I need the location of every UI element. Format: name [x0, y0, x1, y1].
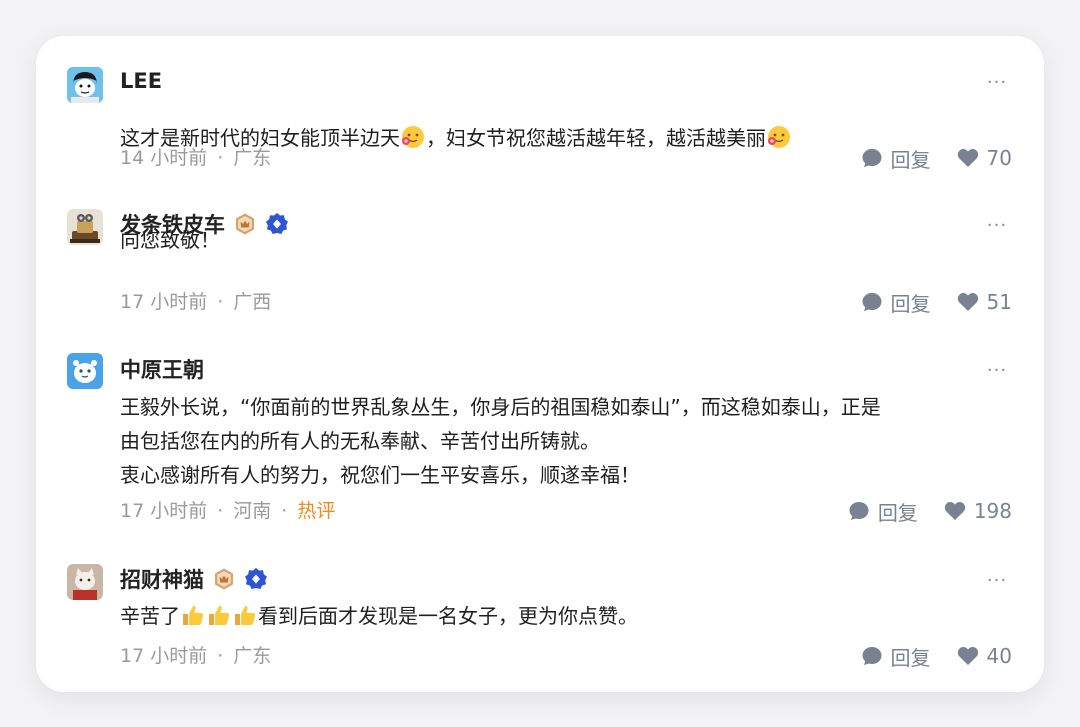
like-count: 198	[973, 499, 1012, 523]
comment-item: 中原王朝 ··· 王毅外长说，“你面前的世界乱象丛生，你身后的祖国稳如泰山”，而…	[36, 321, 1044, 531]
more-options-button[interactable]: ···	[986, 362, 1008, 380]
cat-avatar-icon	[67, 564, 103, 600]
comment-time: 14 小时前	[120, 147, 208, 169]
robot-avatar-icon	[67, 209, 103, 245]
comment-text: 辛苦了 看到后面才发现是一名女子，更为你点赞。	[120, 599, 1020, 633]
blue-mascot-avatar-icon	[67, 353, 103, 389]
username-text: LEE	[120, 69, 163, 93]
comment-actions: 回复 40	[861, 642, 1012, 670]
thumbs-up-emoji-icon	[232, 602, 258, 628]
like-count: 70	[986, 146, 1012, 170]
comment-text: 王毅外长说，“你面前的世界乱象丛生，你身后的祖国稳如泰山”，而这稳如泰山，正是 …	[120, 390, 1020, 492]
comment-line: 衷心感谢所有人的努力，祝您们一生平安喜乐，顺遂幸福！	[120, 463, 640, 487]
comment-line: 向您致敬！	[120, 228, 220, 252]
reply-label: 回复	[877, 500, 918, 525]
comment-bubble-icon	[849, 502, 869, 520]
comment-meta: 17 小时前 · 广西	[120, 288, 271, 316]
comment-line: 王毅外长说，“你面前的世界乱象丛生，你身后的祖国稳如泰山”，而这稳如泰山，正是	[120, 395, 881, 419]
comment-item: 招财神猫 ··· 辛苦了 看到后面才发现是一名女子，更为你点赞。 17 小时前 · 广…	[36, 531, 1044, 692]
more-options-button[interactable]: ···	[986, 572, 1008, 590]
cartoon-face-avatar-icon	[67, 67, 103, 103]
like-button[interactable]: 70	[957, 146, 1012, 170]
comment-text-segment: 辛苦了	[120, 604, 180, 628]
comment-list-card: LEE ··· 这才是新时代的妇女能顶半边天 ，妇女节祝您越活越年轻，越活越美丽 …	[36, 36, 1044, 692]
comment-meta: 17 小时前 · 广东	[120, 642, 271, 670]
hot-comment-badge: 热评	[297, 500, 336, 522]
meta-separator: ·	[217, 645, 224, 667]
user-avatar[interactable]	[67, 209, 103, 245]
username[interactable]: 中原王朝	[120, 354, 204, 384]
comment-location: 广东	[233, 645, 272, 667]
comment-actions: 回复 198	[848, 497, 1012, 525]
meta-separator: ·	[217, 147, 224, 169]
reply-label: 回复	[890, 147, 931, 172]
flower-smile-emoji-icon	[400, 124, 426, 150]
comment-location: 广西	[233, 291, 272, 313]
like-count: 51	[986, 290, 1012, 314]
reply-button[interactable]: 回复	[861, 144, 931, 173]
comment-actions: 回复 70	[861, 144, 1012, 172]
user-avatar[interactable]	[67, 67, 103, 103]
like-button[interactable]: 40	[957, 644, 1012, 668]
reply-button[interactable]: 回复	[861, 642, 931, 671]
comment-item: LEE ··· 这才是新时代的妇女能顶半边天 ，妇女节祝您越活越年轻，越活越美丽 …	[36, 36, 1044, 176]
like-button[interactable]: 51	[957, 290, 1012, 314]
thumbs-up-emoji-icon	[206, 602, 232, 628]
meta-separator: ·	[217, 500, 224, 522]
heart-icon	[957, 293, 978, 311]
heart-icon	[944, 502, 965, 520]
thumbs-up-emoji-icon	[180, 602, 206, 628]
comment-line: 由包括您在内的所有人的无私奉献、辛苦付出所铸就。	[120, 429, 600, 453]
username[interactable]: 招财神猫	[120, 564, 268, 594]
reply-label: 回复	[890, 291, 931, 316]
reply-label: 回复	[890, 645, 931, 670]
verified-badge-icon	[244, 567, 268, 591]
crown-badge-icon	[212, 567, 236, 591]
comment-bubble-icon	[862, 149, 882, 167]
like-button[interactable]: 198	[944, 499, 1012, 523]
comment-bubble-icon	[862, 647, 882, 665]
comment-time: 17 小时前	[120, 291, 208, 313]
comment-location: 河南	[233, 500, 272, 522]
username[interactable]: LEE	[120, 66, 162, 96]
comment-meta: 17 小时前 · 河南 · 热评	[120, 497, 335, 525]
comment-item: 发条铁皮车 ··· 向您致敬！ 17 小时前 · 广西 回复 51	[36, 176, 1044, 321]
user-avatar[interactable]	[67, 353, 103, 389]
comment-line: 辛苦了 看到后面才发现是一名女子，更为你点赞。	[120, 599, 1020, 633]
comment-actions: 回复 51	[861, 288, 1012, 316]
comment-location: 广东	[233, 147, 272, 169]
user-avatar[interactable]	[67, 564, 103, 600]
meta-separator: ·	[281, 500, 288, 522]
comment-text-segment: ，妇女节祝您越活越年轻，越活越美丽	[426, 126, 766, 150]
username-text: 招财神猫	[120, 568, 204, 592]
meta-separator: ·	[217, 291, 224, 313]
comment-bubble-icon	[862, 293, 882, 311]
comment-text: 向您致敬！	[120, 223, 1020, 257]
like-count: 40	[986, 644, 1012, 668]
comment-meta: 14 小时前 · 广东	[120, 144, 271, 172]
username-text: 中原王朝	[120, 358, 204, 382]
comment-time: 17 小时前	[120, 500, 208, 522]
flower-smile-emoji-icon	[766, 124, 792, 150]
reply-button[interactable]: 回复	[861, 288, 931, 317]
comment-time: 17 小时前	[120, 645, 208, 667]
reply-button[interactable]: 回复	[848, 497, 918, 526]
heart-icon	[957, 149, 978, 167]
heart-icon	[957, 647, 978, 665]
comment-text-segment: 看到后面才发现是一名女子，更为你点赞。	[258, 604, 638, 628]
more-options-button[interactable]: ···	[986, 74, 1008, 92]
